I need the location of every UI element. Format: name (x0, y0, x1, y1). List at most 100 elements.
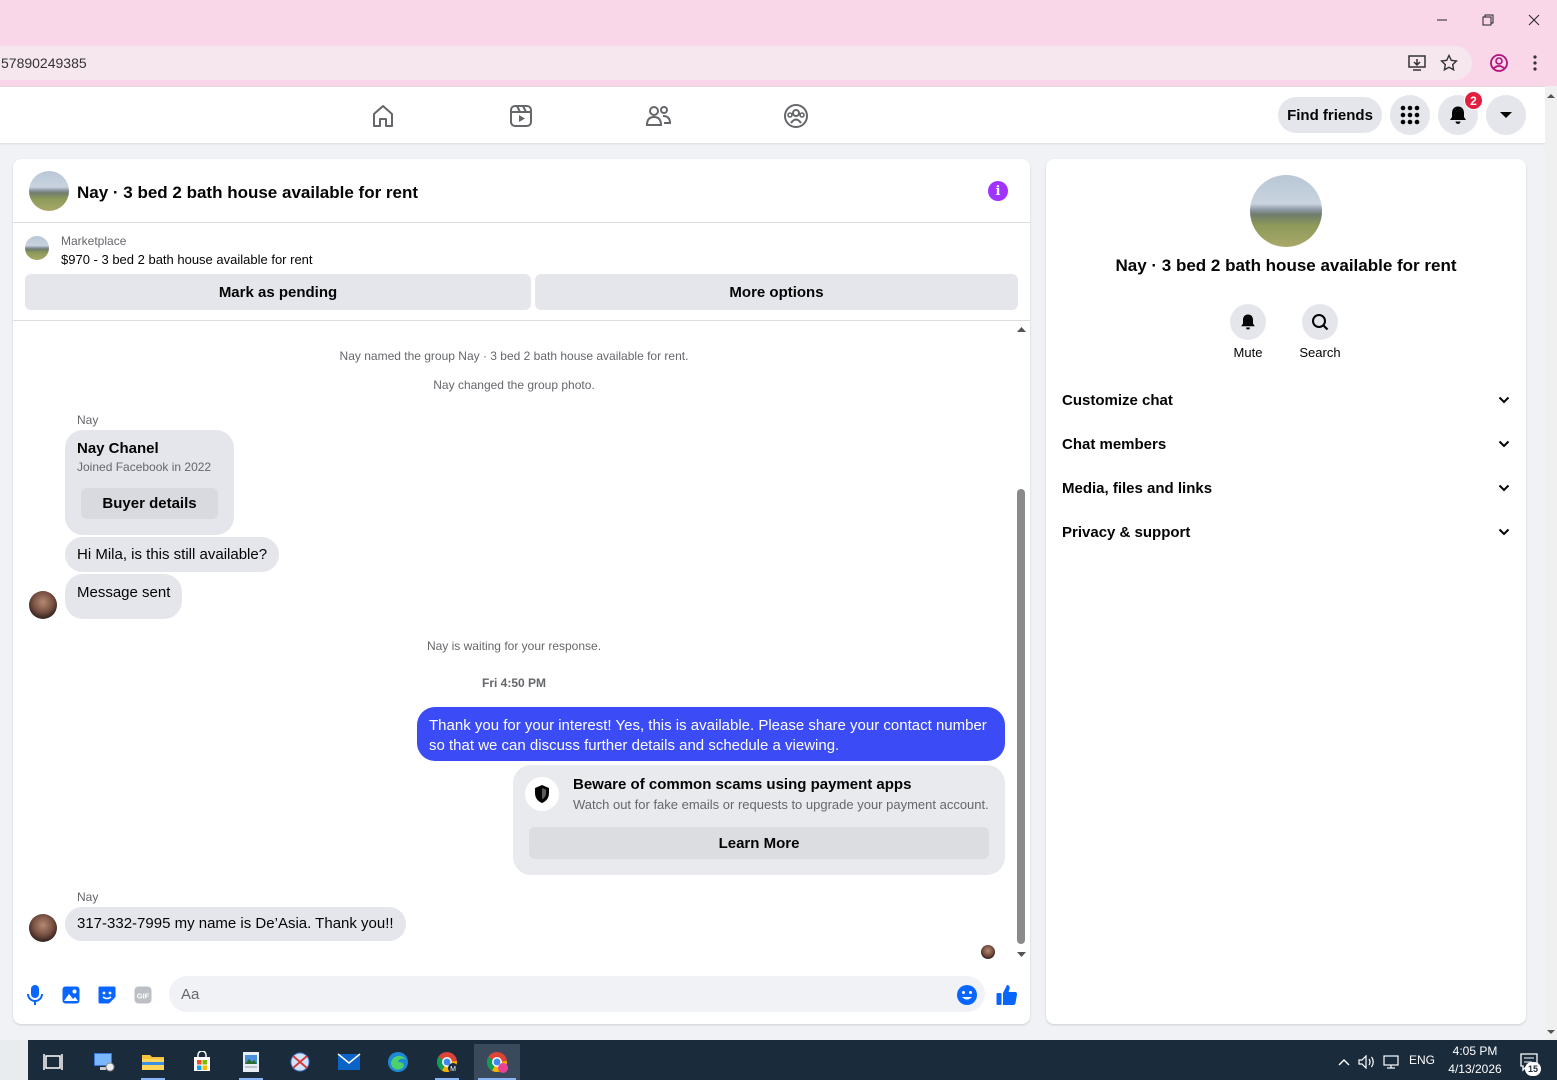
group-photo[interactable] (1250, 175, 1322, 247)
clock-time[interactable]: 4:05 PM (1440, 1044, 1510, 1058)
privacy-support-section[interactable]: Privacy & support (1062, 510, 1510, 554)
gif-icon[interactable]: GIF (131, 983, 155, 1007)
message-bubble[interactable]: Message sent (65, 574, 183, 619)
sender-avatar[interactable] (29, 914, 57, 942)
chevron-down-icon (1498, 440, 1510, 448)
mark-as-pending-button[interactable]: Mark as pending (25, 274, 531, 310)
bell-icon (1450, 106, 1466, 124)
profile-icon[interactable] (1482, 46, 1516, 80)
video-icon[interactable] (501, 99, 541, 133)
message-input[interactable] (169, 976, 985, 1012)
learn-more-button[interactable]: Learn More (529, 827, 989, 859)
volume-icon[interactable] (1355, 1044, 1379, 1080)
info-icon[interactable]: i (988, 181, 1008, 201)
scam-warning-card: Beware of common scams using payment app… (513, 765, 1005, 875)
svg-text:M: M (450, 1066, 456, 1073)
listing-title[interactable]: $970 - 3 bed 2 bath house available for … (61, 252, 313, 267)
section-label: Customize chat (1062, 391, 1173, 409)
section-label: Chat members (1062, 435, 1167, 453)
buyer-name: Nay Chanel (77, 440, 159, 457)
emoji-icon[interactable] (955, 983, 979, 1007)
waiting-notice: Nay is waiting for your response. (426, 639, 602, 653)
system-message: Nay named the group Nay · 3 bed 2 bath h… (339, 349, 689, 363)
restore-icon (1482, 14, 1494, 26)
friends-icon[interactable] (638, 99, 678, 133)
chrome-icon[interactable]: M (427, 1044, 467, 1080)
browser-menu-icon[interactable] (1518, 46, 1552, 80)
read-receipt-avatar (981, 945, 995, 959)
mail-icon[interactable] (329, 1044, 369, 1080)
outgoing-message[interactable]: Thank you for your interest! Yes, this i… (417, 707, 1005, 761)
microphone-icon[interactable] (23, 983, 47, 1007)
scam-description: Watch out for fake emails or requests to… (573, 797, 989, 812)
language-indicator[interactable]: ENG (1409, 1053, 1435, 1067)
address-bar[interactable]: 57890249385 (0, 46, 1472, 80)
chat-scrollbar[interactable] (1015, 323, 1028, 963)
chat-members-section[interactable]: Chat members (1062, 422, 1510, 466)
scam-title: Beware of common scams using payment app… (573, 776, 912, 793)
account-button[interactable] (1486, 95, 1526, 135)
mute-label: Mute (1233, 345, 1263, 360)
home-icon[interactable] (363, 99, 403, 133)
buyer-joined: Joined Facebook in 2022 (77, 460, 212, 474)
section-label: Privacy & support (1062, 523, 1191, 541)
search-label: Search (1299, 345, 1341, 360)
pc-icon[interactable] (84, 1044, 124, 1080)
store-icon[interactable] (182, 1044, 222, 1080)
install-app-icon[interactable] (1400, 46, 1434, 80)
grid-icon (1400, 105, 1420, 125)
task-view-icon[interactable] (33, 1044, 73, 1080)
edge-icon[interactable] (378, 1044, 418, 1080)
page-scrollbar[interactable] (1545, 86, 1557, 1040)
divider (13, 320, 1030, 321)
chrome-profile-icon[interactable] (474, 1044, 520, 1080)
photo-icon[interactable] (59, 983, 83, 1007)
chat-title[interactable]: Nay · 3 bed 2 bath house available for r… (77, 183, 418, 203)
listing-thumbnail[interactable] (25, 236, 49, 260)
chevron-down-icon (1498, 396, 1510, 404)
start-area[interactable] (0, 1040, 28, 1080)
browser-toolbar: 57890249385 (0, 40, 1557, 86)
network-icon[interactable] (1380, 1044, 1404, 1080)
menu-grid-button[interactable] (1390, 95, 1430, 135)
buyer-details-button[interactable]: Buyer details (81, 488, 218, 519)
svg-text:GIF: GIF (137, 992, 150, 1001)
media-files-links-section[interactable]: Media, files and links (1062, 466, 1510, 510)
find-friends-button[interactable]: Find friends (1278, 97, 1382, 133)
sticker-icon[interactable] (95, 983, 119, 1007)
search-icon (1312, 314, 1329, 331)
info-title: Nay · 3 bed 2 bath house available for r… (1115, 256, 1457, 275)
message-bubble[interactable]: 317-332-7995 my name is De’Asia. Thank y… (65, 907, 406, 941)
chat-info-panel: Nay · 3 bed 2 bath house available for r… (1046, 159, 1526, 1024)
message-composer: GIF (13, 959, 1030, 1024)
notification-badge: 2 (1464, 91, 1483, 110)
minimize-button[interactable] (1419, 0, 1465, 40)
bookmark-star-icon[interactable] (1432, 46, 1466, 80)
photos-app-icon[interactable] (231, 1044, 271, 1080)
chevron-down-icon (1498, 528, 1510, 536)
like-icon[interactable] (995, 983, 1019, 1007)
section-label: Media, files and links (1062, 479, 1213, 497)
marketplace-label: Marketplace (61, 234, 127, 248)
show-hidden-icons-icon[interactable] (1332, 1044, 1356, 1080)
clock-date[interactable]: 4/13/2026 (1440, 1062, 1510, 1076)
sender-avatar[interactable] (29, 591, 57, 619)
restore-button[interactable] (1465, 0, 1511, 40)
file-explorer-icon[interactable] (133, 1044, 173, 1080)
groups-icon[interactable] (776, 99, 816, 133)
chevron-down-icon (1498, 484, 1510, 492)
more-options-button[interactable]: More options (535, 274, 1018, 310)
facebook-topnav: Find friends 2 (0, 86, 1545, 143)
message-bubble[interactable]: Hi Mila, is this still available? (65, 537, 280, 572)
close-button[interactable] (1511, 0, 1557, 40)
mute-button[interactable] (1230, 304, 1266, 340)
customize-chat-section[interactable]: Customize chat (1062, 378, 1510, 422)
minimize-icon (1437, 19, 1447, 21)
shield-icon (525, 777, 559, 811)
search-button[interactable] (1302, 304, 1338, 340)
snipping-tool-icon[interactable] (280, 1044, 320, 1080)
url-text: 57890249385 (1, 55, 87, 71)
buyer-card: Nay Chanel Joined Facebook in 2022 Buyer… (65, 430, 234, 535)
group-avatar[interactable] (29, 171, 69, 211)
notification-count-badge: 15 (1525, 1062, 1541, 1076)
